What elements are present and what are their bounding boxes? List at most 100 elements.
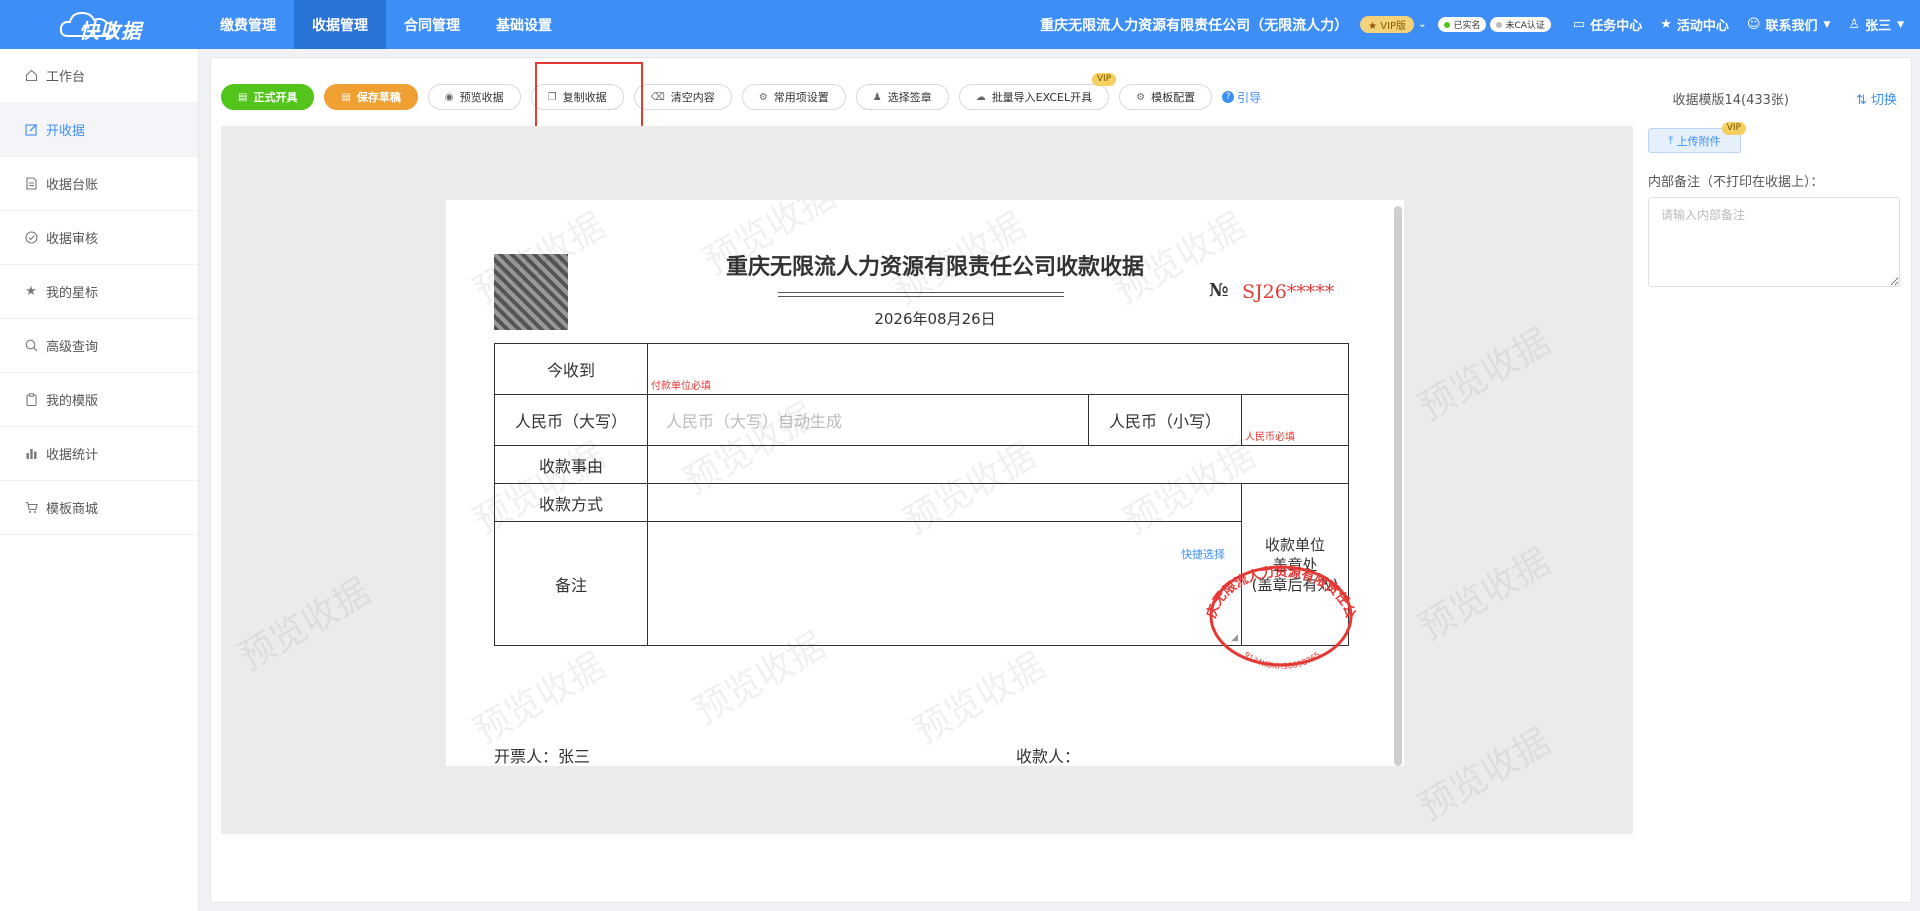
seal-code-text: 9134KOKH98098765 [1242,650,1322,671]
required-hint: 人民币必填 [1245,432,1295,443]
app-logo[interactable]: 快收据 [58,8,141,43]
seal-company-text: 重庆无限流人力资源有限责任公司 [1193,554,1358,621]
preview-button[interactable]: ◉ 预览收据 [427,84,521,110]
received-from-label: 今收到 [494,343,648,395]
clear-label: 清空内容 [670,91,715,104]
svg-text:重庆无限流人力资源有限责任公司: 重庆无限流人力资源有限责任公司 [1193,554,1358,621]
user-menu[interactable]: ♙ 张三 ▼ [1848,15,1904,34]
payee-label: 收款人： [1016,747,1081,766]
sidebar-item-workbench[interactable]: 工作台 [0,49,198,103]
required-hint: 付款单位必填 [651,381,711,392]
vip-badge: VIP [1721,122,1746,135]
sidebar-item-receipt-ledger[interactable]: 收据台账 [0,157,198,211]
watermark: 预览收据 [1412,721,1558,829]
template-config-button[interactable]: ⚙ 模板配置 [1119,84,1213,110]
sidebar-item-receipt-statistics[interactable]: 收据统计 [0,427,198,481]
ca-label: 未CA认证 [1505,21,1545,31]
clipboard-icon [24,393,38,407]
nav-basic-settings[interactable]: 基础设置 [478,0,570,49]
issue-label: 正式开具 [253,91,298,104]
clear-button[interactable]: ⌫ 清空内容 [633,84,732,110]
rmb-lower-field[interactable]: 人民币必填 [1241,394,1349,446]
sidebar-item-my-templates[interactable]: 我的模版 [0,373,198,427]
receipt-canvas: 重庆无限流人力资源有限责任公司收款收据 2026年08月26日 № SJ26**… [221,126,1633,834]
method-field[interactable] [647,483,1242,522]
check-circle-icon [24,231,38,245]
contact-us-label: 联系我们 [1765,19,1818,34]
template-config-label: 模板配置 [1151,91,1196,104]
select-seal-button[interactable]: ♟ 选择签章 [855,84,949,110]
logo-text: 快收据 [79,19,142,43]
top-nav: 缴费管理 收据管理 合同管理 基础设置 [202,0,570,49]
common-settings-button[interactable]: ⚙ 常用项设置 [741,84,846,110]
sidebar-item-receipt-review[interactable]: 收据审核 [0,211,198,265]
batch-import-label: 批量导入EXCEL开具 [991,91,1093,104]
company-name[interactable]: 重庆无限流人力资源有限责任公司（无限流人力） [1040,15,1348,35]
user-icon: ♙ [1848,17,1861,32]
sidebar-item-my-stars[interactable]: ★ 我的星标 [0,265,198,319]
guide-link[interactable]: ? 引导 [1222,89,1261,106]
vip-badge[interactable]: ★ VIP版 [1360,16,1415,33]
top-bar: 快收据 缴费管理 收据管理 合同管理 基础设置 重庆无限流人力资源有限责任公司（… [0,0,1920,49]
verified-label: 已实名 [1453,21,1481,31]
ca-tag[interactable]: 未CA认证 [1490,17,1551,32]
gear-icon: ⚙ [758,91,768,103]
activity-center-link[interactable]: ★ 活动中心 [1660,15,1729,34]
watermark: 预览收据 [1412,321,1558,429]
task-center-link[interactable]: ▭ 任务中心 [1573,15,1642,34]
receipt-date[interactable]: 2026年08月26日 [446,308,1404,329]
document-icon: ▤ [238,91,248,103]
document-icon: ▤ [341,91,351,103]
nav-fee-management[interactable]: 缴费管理 [202,0,294,49]
question-icon: ? [1222,91,1235,103]
issue-button[interactable]: ▤ 正式开具 [221,84,315,110]
contact-us-link[interactable]: ☺ 联系我们 ▼ [1747,15,1831,34]
switch-template-link[interactable]: ⇅ 切换 [1856,89,1897,108]
sidebar-item-label: 高级查询 [46,340,99,355]
sidebar-item-advanced-search[interactable]: 高级查询 [0,319,198,373]
sidebar-item-issue-receipt[interactable]: 开收据 [0,103,198,157]
verified-tag[interactable]: 已实名 [1438,17,1487,32]
save-draft-button[interactable]: ▤ 保存草稿 [324,84,418,110]
rmb-upper-field[interactable]: 人民币（大写）自动生成 [647,394,1089,446]
watermark: 预览收据 [1412,541,1558,649]
sidebar-item-template-store[interactable]: 模板商城 [0,481,198,535]
internal-note-input[interactable] [1648,197,1900,287]
switch-label: 切换 [1870,93,1897,108]
star-icon: ★ [1660,17,1672,32]
caret-down-icon: ▼ [1897,19,1904,30]
batch-import-button[interactable]: ☁ 批量导入EXCEL开具 VIP [958,73,1117,110]
upload-icon: ⤒ [1668,133,1674,147]
home-icon [24,69,38,83]
task-icon: ▭ [1572,17,1586,32]
receipt-number: SJ26***** [1242,281,1335,303]
received-from-field[interactable]: 付款单位必填 [647,343,1349,395]
select-seal-label: 选择签章 [887,91,932,104]
reason-field[interactable] [647,445,1349,484]
activity-center-label: 活动中心 [1676,19,1729,34]
rmb-upper-placeholder: 人民币（大写）自动生成 [666,412,843,431]
upload-attachment-button[interactable]: ⤒ 上传附件 VIP [1648,122,1746,153]
rmb-lower-label: 人民币（小写） [1088,394,1242,446]
template-info: 收据模版14(433张) [1672,93,1790,108]
cloud-upload-icon: ☁ [975,91,986,103]
watermark: 预览收据 [467,645,613,753]
bar-chart-icon [24,447,38,461]
sidebar-item-label: 模板商城 [46,502,99,517]
edit-icon [24,123,38,137]
sidebar-item-label: 我的模版 [46,394,99,409]
sidebar-item-label: 收据审核 [46,232,99,247]
preview-label: 预览收据 [459,91,504,104]
nav-contract-management[interactable]: 合同管理 [386,0,478,49]
sidebar-item-label: 收据统计 [46,448,99,463]
chevron-down-icon[interactable]: ⌄ [1418,19,1426,30]
sidebar: 工作台 开收据 收据台账 收据审核 ★ 我的星标 高级查询 我的模版 收据统计 模… [0,49,199,911]
reason-label: 收款事由 [494,445,648,484]
receipt-scrollbar[interactable] [1394,206,1402,766]
nav-receipt-management[interactable]: 收据管理 [294,0,386,49]
row-reason: 收款事由 [494,445,1349,484]
stamp-line-1: 收款单位 [1264,535,1325,554]
sidebar-item-label: 开收据 [46,124,86,139]
document-icon [24,177,38,191]
remark-field[interactable]: 快捷选择 ◢ [647,521,1242,646]
